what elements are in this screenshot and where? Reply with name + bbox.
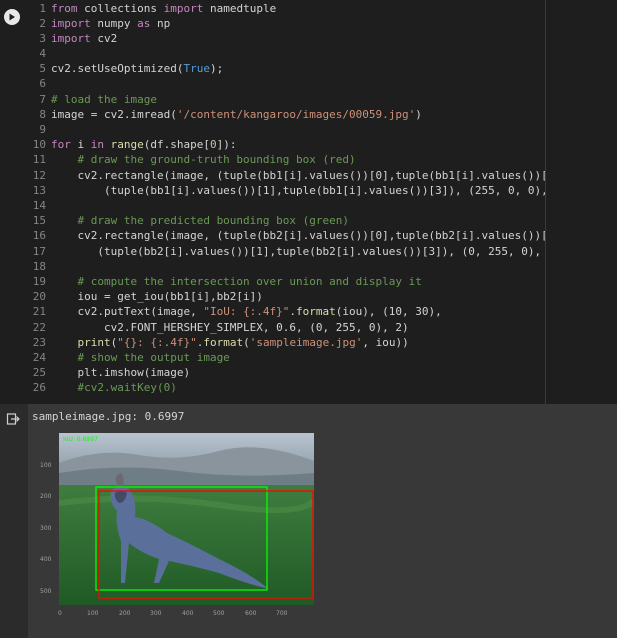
code-line: 10 for i in range(df.shape[0]): (32, 138, 237, 151)
code-line: 11 # draw the ground-truth bounding box … (32, 153, 356, 166)
y-tick: 200 (40, 493, 52, 500)
code-line: 5 cv2.setUseOptimized(True); (39, 62, 224, 75)
output-plot: IoU: 0.6997 100 200 300 400 500 0 100 20… (32, 430, 322, 630)
code-line: 3 import cv2 (39, 32, 118, 45)
code-line: 18 (32, 260, 46, 273)
code-line: 20 iou = get_iou(bb1[i],bb2[i]) (32, 290, 263, 303)
x-tick: 700 (276, 610, 288, 617)
code-line: 9 (39, 123, 46, 136)
code-line: 17 (tuple(bb2[i].values())[1],tuple(bb2[… (32, 245, 561, 258)
code-line: 14 (32, 199, 46, 212)
code-line: 23 print("{}: {:.4f}".format('sampleimag… (32, 336, 409, 349)
cell-gutter (0, 0, 28, 404)
code-line: 8 image = cv2.imread('/content/kangaroo/i… (39, 108, 422, 121)
kangaroo-image (59, 433, 314, 605)
x-tick: 100 (87, 610, 99, 617)
code-line: 1 from collections import namedtuple (39, 2, 277, 15)
code-line: 24 # show the output image (32, 351, 230, 364)
output-redirect-icon[interactable] (6, 412, 20, 426)
code-line: 25 plt.imshow(image) (32, 366, 191, 379)
cell-output: sampleimage.jpg: 0.6997 IoU: 0.6997 100 … (0, 404, 617, 638)
code-line: 16 cv2.rectangle(image, (tuple(bb2[i].va… (32, 229, 575, 242)
output-gutter (0, 404, 28, 638)
code-editor[interactable]: 1 from collections import namedtuple 2 imp… (28, 0, 574, 404)
x-tick: 200 (119, 610, 131, 617)
code-line: 26 #cv2.waitKey(0) (32, 381, 177, 394)
code-line: 7 # load the image (39, 93, 157, 106)
run-cell-button[interactable] (4, 9, 20, 25)
code-line: 12 cv2.rectangle(image, (tuple(bb1[i].va… (32, 169, 575, 182)
x-tick: 400 (182, 610, 194, 617)
code-line: 2 import numpy as np (39, 17, 171, 30)
code-line: 21 cv2.putText(image, "IoU: {:.4f}".form… (32, 305, 442, 318)
code-line: 6 (39, 77, 46, 90)
output-text: sampleimage.jpg: 0.6997 (32, 410, 185, 423)
code-line: 4 (39, 47, 46, 60)
y-tick: 300 (40, 525, 52, 532)
x-tick: 300 (150, 610, 162, 617)
y-tick: 500 (40, 588, 52, 595)
x-tick: 600 (245, 610, 257, 617)
code-line: 13 (tuple(bb1[i].values())[1],tuple(bb1[… (32, 184, 568, 197)
y-tick: 400 (40, 556, 52, 563)
play-icon (9, 13, 15, 21)
code-line: 19 # compute the intersection over union… (32, 275, 422, 288)
y-tick: 100 (40, 462, 52, 469)
editor-margin (546, 0, 617, 404)
code-line: 22 cv2.FONT_HERSHEY_SIMPLEX, 0.6, (0, 25… (32, 321, 409, 334)
iou-overlay-label: IoU: 0.6997 (63, 436, 98, 443)
code-line: 15 # draw the predicted bounding box (gr… (32, 214, 350, 227)
x-tick: 500 (213, 610, 225, 617)
image-content (59, 433, 314, 605)
x-tick: 0 (58, 610, 62, 617)
